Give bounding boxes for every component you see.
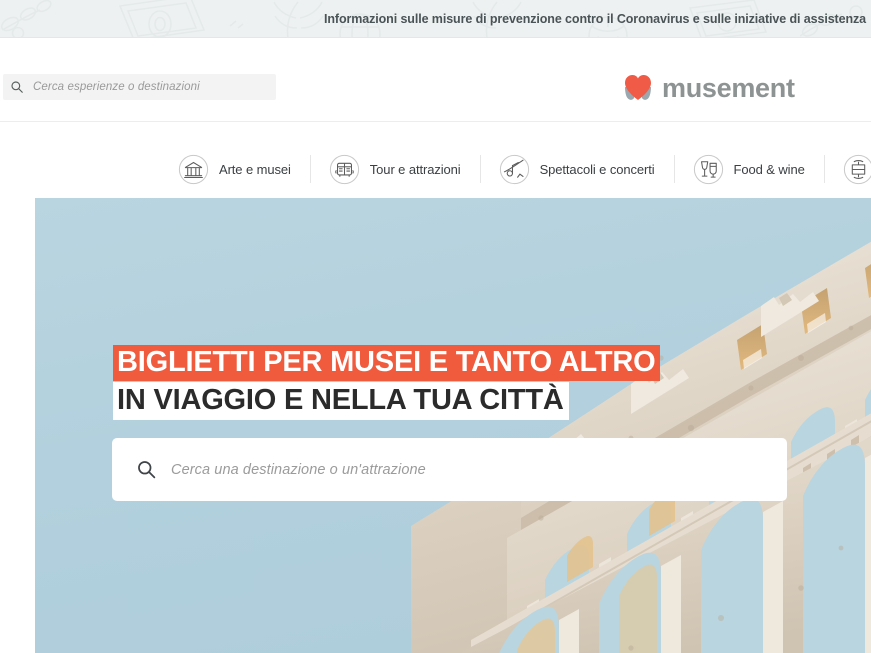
cat-item-sport[interactable]: Sp	[823, 141, 871, 197]
heart-icon	[622, 72, 654, 104]
hero-banner: BIGLIETTI PER MUSEI E TANTO ALTRO IN VIA…	[35, 198, 871, 653]
cat-label: Tour e attrazioni	[369, 161, 461, 177]
cat-item-food-and-wine[interactable]: Food & wine	[673, 141, 824, 197]
hero-headline-line1: BIGLIETTI PER MUSEI E TANTO ALTRO	[113, 345, 660, 382]
category-nav: Arte e musei Tour e attrazioni Spettacol…	[0, 141, 871, 197]
covid-banner-text: Informazioni sulle misure di prevenzione…	[323, 12, 867, 26]
hero-search-box[interactable]: Cerca una destinazione o un'attrazione	[112, 438, 787, 501]
covid-info-banner[interactable]: Informazioni sulle misure di prevenzione…	[0, 0, 871, 38]
cat-label: Arte e musei	[219, 161, 291, 177]
hero-search-placeholder: Cerca una destinazione o un'attrazione	[171, 461, 426, 478]
cat-label: Food & wine	[733, 161, 805, 177]
museum-icon	[178, 154, 209, 184]
hero-headline: BIGLIETTI PER MUSEI E TANTO ALTRO IN VIA…	[113, 345, 733, 421]
cat-item-spettacoli-e-concerti[interactable]: Spettacoli e concerti	[479, 141, 674, 197]
search-icon	[11, 81, 23, 93]
header-search-box[interactable]: Cerca esperienze o destinazioni	[3, 74, 276, 100]
header-search-placeholder: Cerca esperienze o destinazioni	[33, 81, 200, 93]
musement-logo[interactable]: musement	[622, 68, 795, 108]
musement-homepage: Informazioni sulle misure di prevenzione…	[0, 0, 871, 653]
hero-headline-line2: IN VIAGGIO E NELLA TUA CITTÀ	[113, 382, 569, 421]
wine-glasses-icon	[693, 154, 723, 184]
bus-icon	[329, 154, 359, 184]
ticket-icon	[499, 154, 529, 184]
cat-item-arte-e-musei[interactable]: Arte e musei	[159, 141, 310, 197]
sport-icon	[843, 154, 871, 184]
logo-wordmark: musement	[662, 72, 795, 103]
cat-item-tour-e-attrazioni[interactable]: Tour e attrazioni	[309, 141, 480, 197]
header-divider	[0, 121, 871, 122]
colosseum-photo	[411, 241, 871, 653]
search-icon	[138, 461, 156, 479]
cat-label: Spettacoli e concerti	[539, 161, 655, 177]
site-header: Cerca esperienze o destinazioni musement	[0, 38, 871, 122]
